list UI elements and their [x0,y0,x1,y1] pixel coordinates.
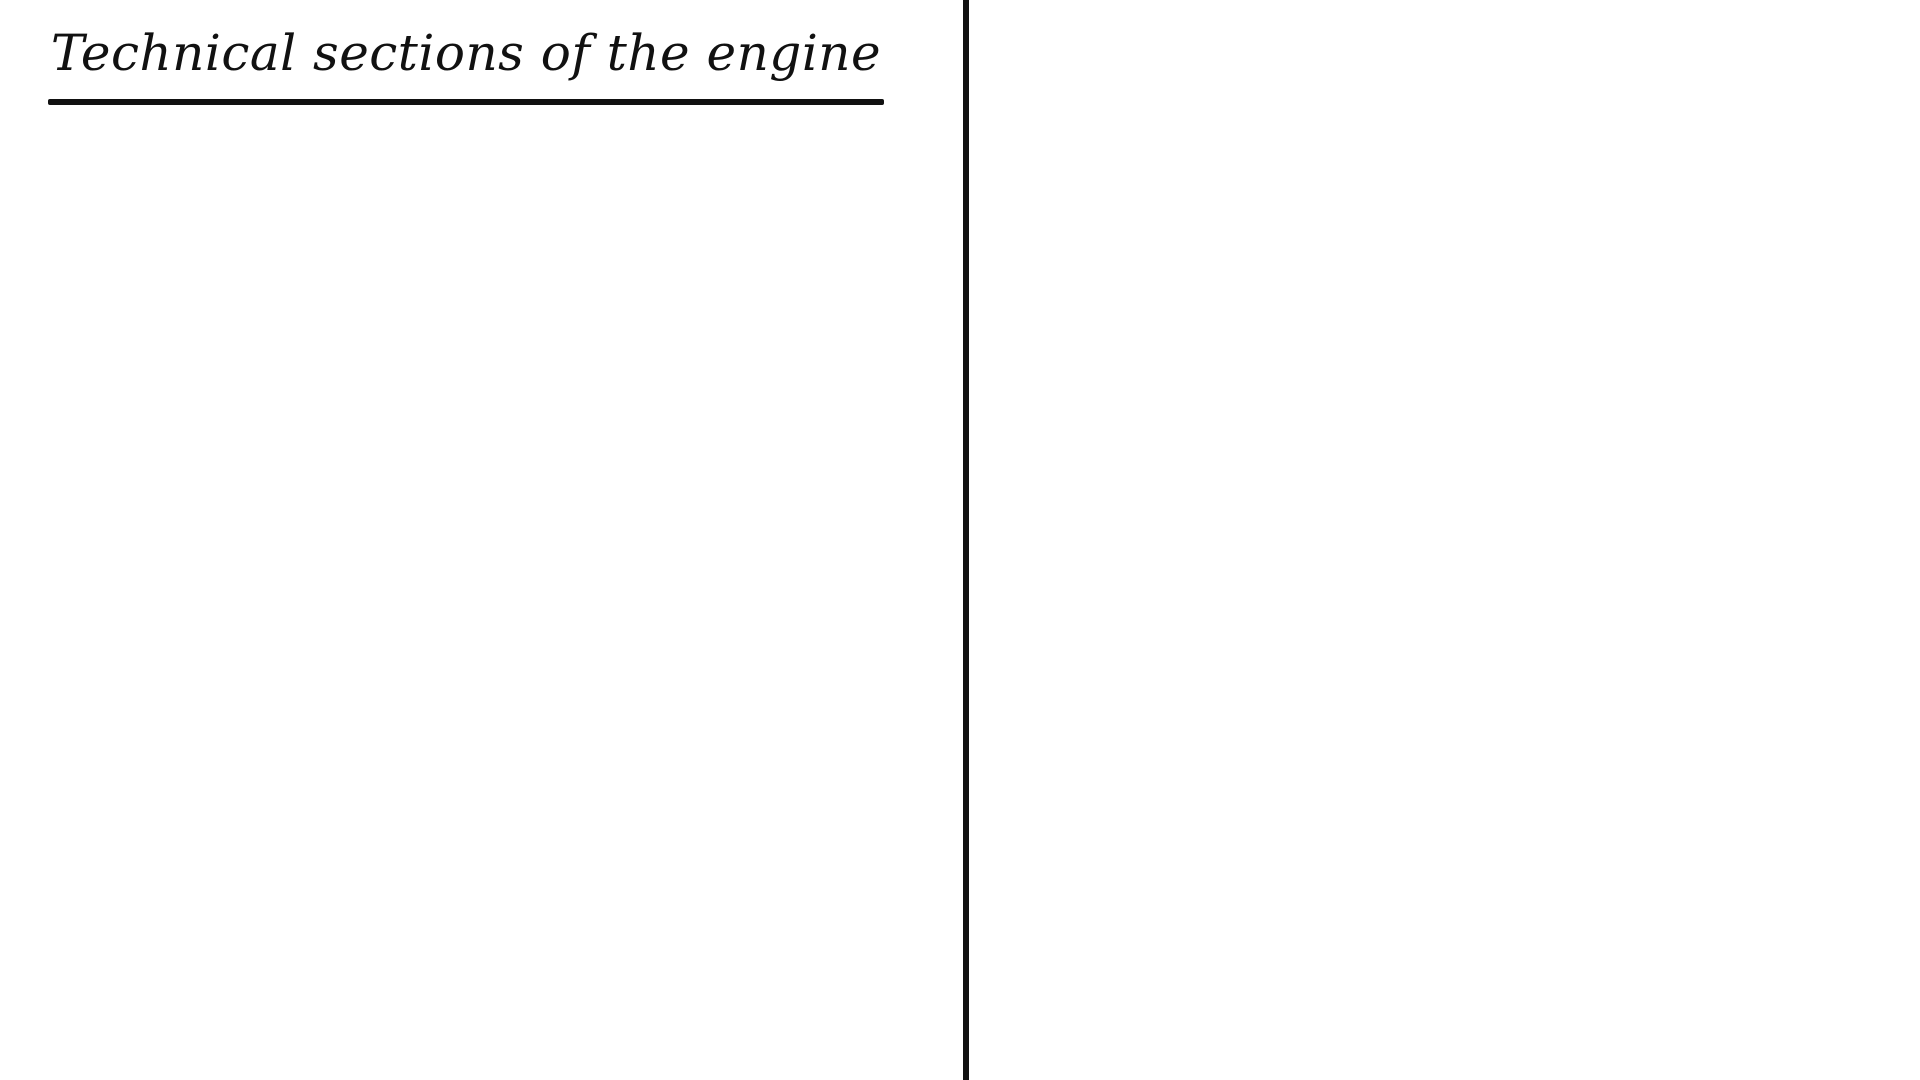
section-title: Technical sections of the engine [50,24,882,82]
title-underline [48,99,884,105]
left-column: Technical sections of the engine [0,0,966,1080]
whiteboard-canvas: Technical sections of the engine [0,0,1920,1080]
right-column [969,0,1920,1080]
